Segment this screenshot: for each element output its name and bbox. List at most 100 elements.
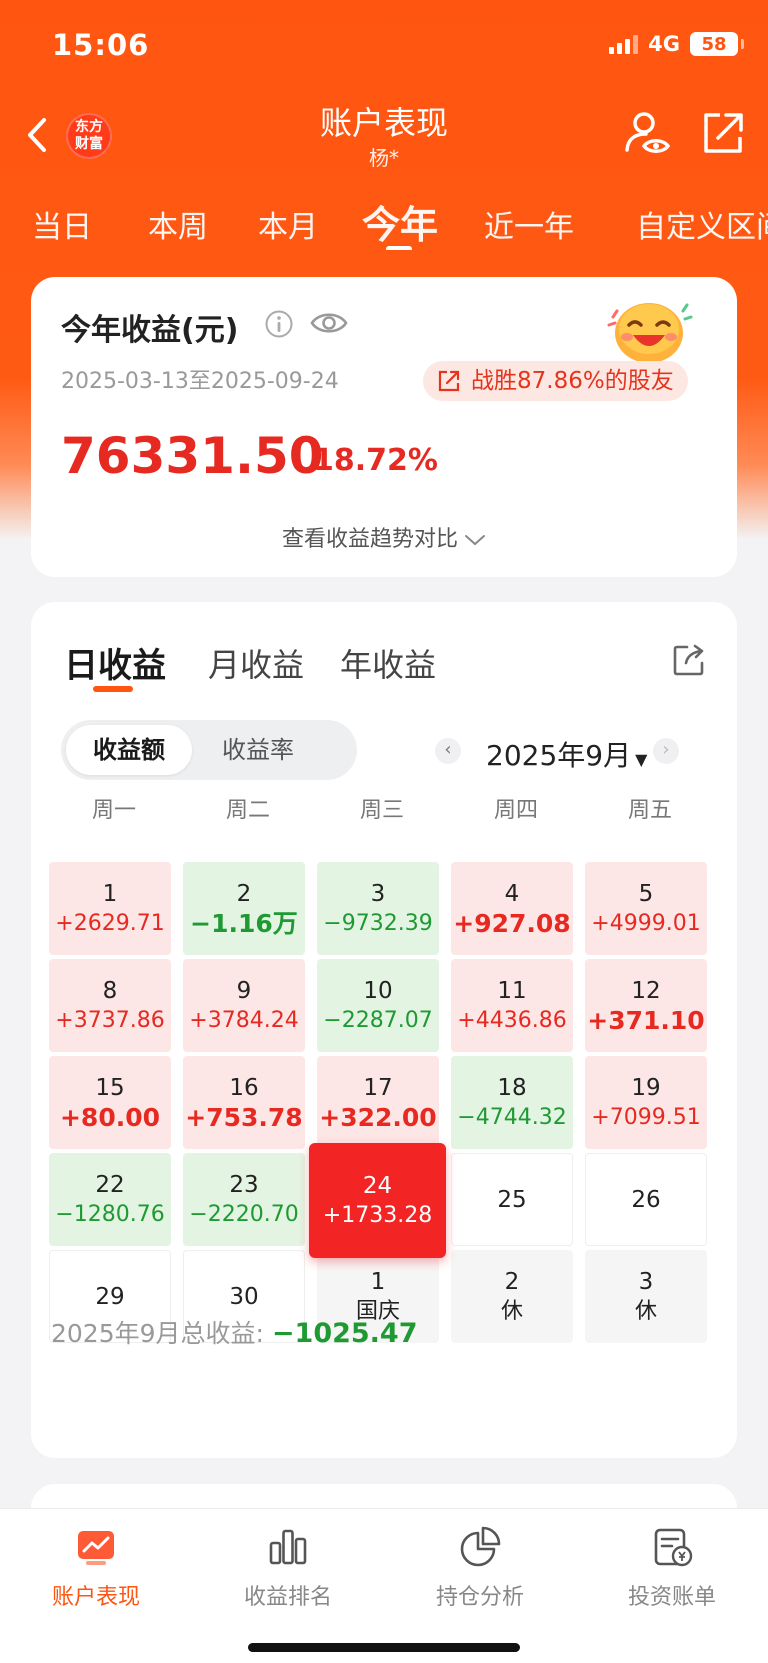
holiday-label: 休	[634, 1298, 657, 1324]
bottom-nav: 账户表现 收益排名 持仓分析 投资账单	[0, 1508, 768, 1663]
eye-icon[interactable]	[309, 307, 349, 339]
calendar-day[interactable]: 17 +322.00	[317, 1056, 439, 1149]
calendar-day[interactable]: 18 −4744.32	[451, 1056, 573, 1149]
calendar-day[interactable]: 2休	[451, 1250, 573, 1343]
day-number: 3	[638, 1268, 654, 1295]
day-profit: +1733.28	[322, 1202, 433, 1228]
weekday-header: 周一 周二 周三 周四 周五	[49, 792, 719, 832]
day-profit: +753.78	[185, 1102, 303, 1132]
weekday-thu: 周四	[493, 798, 538, 823]
ytd-profit-amount: 76331.50	[61, 427, 324, 485]
nav-label: 收益排名	[243, 1585, 332, 1610]
day-number: 23	[229, 1171, 259, 1198]
trend-compare-link[interactable]: 查看收益趋势对比	[31, 521, 737, 553]
nav-label: 账户表现	[51, 1585, 140, 1610]
calendar-day[interactable]: 16 +753.78	[183, 1056, 305, 1149]
calendar-day[interactable]: 5 +4999.01	[585, 862, 707, 955]
month-total: 2025年9月总收益: −1025.47	[51, 1314, 418, 1350]
nav-investment-bill[interactable]: 投资账单	[576, 1525, 768, 1611]
month-selector[interactable]: 2025年9月 ▼	[486, 734, 647, 774]
calendar-day[interactable]: 25	[451, 1153, 573, 1246]
calendar-day[interactable]: 9 +3784.24	[183, 959, 305, 1052]
day-number: 22	[95, 1171, 125, 1198]
network-type: 4G	[648, 32, 680, 56]
day-profit: −4744.32	[457, 1104, 567, 1130]
date-range: 2025-03-13至2025-09-24	[61, 369, 339, 394]
day-number: 17	[363, 1074, 393, 1101]
toggle-profit-rate[interactable]: 收益率	[195, 725, 321, 775]
day-number: 1	[102, 880, 118, 907]
day-profit: +3784.24	[189, 1007, 299, 1033]
battery-level: 58	[701, 33, 727, 55]
tab-this-week[interactable]: 本周	[148, 202, 208, 246]
info-icon[interactable]	[264, 309, 294, 339]
export-icon[interactable]	[671, 642, 707, 678]
calendar-day[interactable]: 2 −1.16万	[183, 862, 305, 955]
calendar-day[interactable]: 10 −2287.07	[317, 959, 439, 1052]
period-tabs: 当日 本周 本月 今年 近一年 自定义区间	[0, 190, 768, 250]
calendar-grid: 1 +2629.71 2 −1.16万 3 −9732.39 4 +927.08 5 +4999.…	[49, 862, 719, 1343]
summary-card: 今年收益(元) 2025-03-13至2025-09-24 战胜87.86%的股…	[31, 277, 737, 577]
day-profit: +4436.86	[457, 1007, 567, 1033]
calendar-day[interactable]: 1 +2629.71	[49, 862, 171, 955]
day-profit: +80.00	[59, 1102, 161, 1132]
next-month-button[interactable]: ›	[653, 738, 679, 764]
tab-custom-range[interactable]: 自定义区间	[636, 202, 768, 246]
day-number: 16	[229, 1074, 259, 1101]
day-number: 5	[638, 880, 654, 907]
calendar-day-today[interactable]: 24 +1733.28	[309, 1143, 446, 1258]
nav-profit-ranking[interactable]: 收益排名	[192, 1525, 384, 1611]
tab-this-year[interactable]: 今年	[362, 194, 438, 249]
calendar-day[interactable]: 22 −1280.76	[49, 1153, 171, 1246]
day-profit: −1280.76	[55, 1201, 165, 1227]
tab-daily-profit[interactable]: 日收益	[64, 638, 166, 687]
day-profit: −1.16万	[190, 908, 298, 938]
calendar-day[interactable]: 23 −2220.70	[183, 1153, 305, 1246]
share-button[interactable]	[700, 110, 746, 156]
ytd-profit-rate: 18.72%	[313, 443, 438, 478]
tab-today[interactable]: 当日	[32, 202, 92, 246]
calendar-day[interactable]: 4 +927.08	[451, 862, 573, 955]
day-number: 3	[370, 880, 386, 907]
trend-link-label: 查看收益趋势对比	[281, 527, 458, 552]
day-number: 11	[497, 977, 527, 1004]
status-bar: 15:06 4G 58	[0, 0, 768, 90]
share-icon	[704, 113, 743, 153]
weekday-mon: 周一	[91, 798, 136, 823]
tab-monthly-profit[interactable]: 月收益	[208, 640, 304, 686]
calendar-day[interactable]: 11 +4436.86	[451, 959, 573, 1052]
calendar-day[interactable]: 3休	[585, 1250, 707, 1343]
beat-percentile-badge[interactable]: 战胜87.86%的股友	[423, 361, 688, 401]
user-view-button[interactable]	[622, 108, 672, 158]
calendar-day[interactable]: 26	[585, 1153, 707, 1246]
top-header: 东方 财富 账户表现 杨*	[0, 90, 768, 180]
month-label: 2025年9月	[486, 739, 632, 772]
day-profit: +322.00	[319, 1102, 437, 1132]
day-profit: −9732.39	[323, 910, 433, 936]
prev-month-button[interactable]: ‹	[435, 738, 461, 764]
day-number: 8	[102, 977, 118, 1004]
calendar-day[interactable]: 19 +7099.51	[585, 1056, 707, 1149]
tab-this-month[interactable]: 本月	[258, 202, 318, 246]
calendar-day[interactable]: 8 +3737.86	[49, 959, 171, 1052]
calendar-day[interactable]: 15 +80.00	[49, 1056, 171, 1149]
bill-icon	[654, 1528, 693, 1567]
tab-yearly-profit[interactable]: 年收益	[340, 640, 436, 686]
day-profit: +371.10	[587, 1005, 705, 1035]
day-number: 9	[236, 977, 252, 1004]
nav-holding-analysis[interactable]: 持仓分析	[384, 1525, 576, 1611]
toggle-profit-amount[interactable]: 收益额	[66, 725, 192, 775]
tab-last-year[interactable]: 近一年	[484, 202, 574, 246]
battery-icon: 58	[690, 32, 744, 56]
user-eye-icon	[625, 112, 671, 153]
calendar-day[interactable]: 3 −9732.39	[317, 862, 439, 955]
day-number: 24	[362, 1172, 393, 1199]
summary-title: 今年收益(元)	[61, 313, 239, 348]
trend-chart-icon	[78, 1531, 114, 1565]
calendar-day[interactable]: 12 +371.10	[585, 959, 707, 1052]
day-number: 26	[631, 1186, 661, 1213]
day-number: 29	[95, 1283, 125, 1310]
day-number: 4	[504, 880, 520, 907]
home-indicator	[248, 1643, 520, 1652]
nav-account-performance[interactable]: 账户表现	[0, 1525, 192, 1611]
